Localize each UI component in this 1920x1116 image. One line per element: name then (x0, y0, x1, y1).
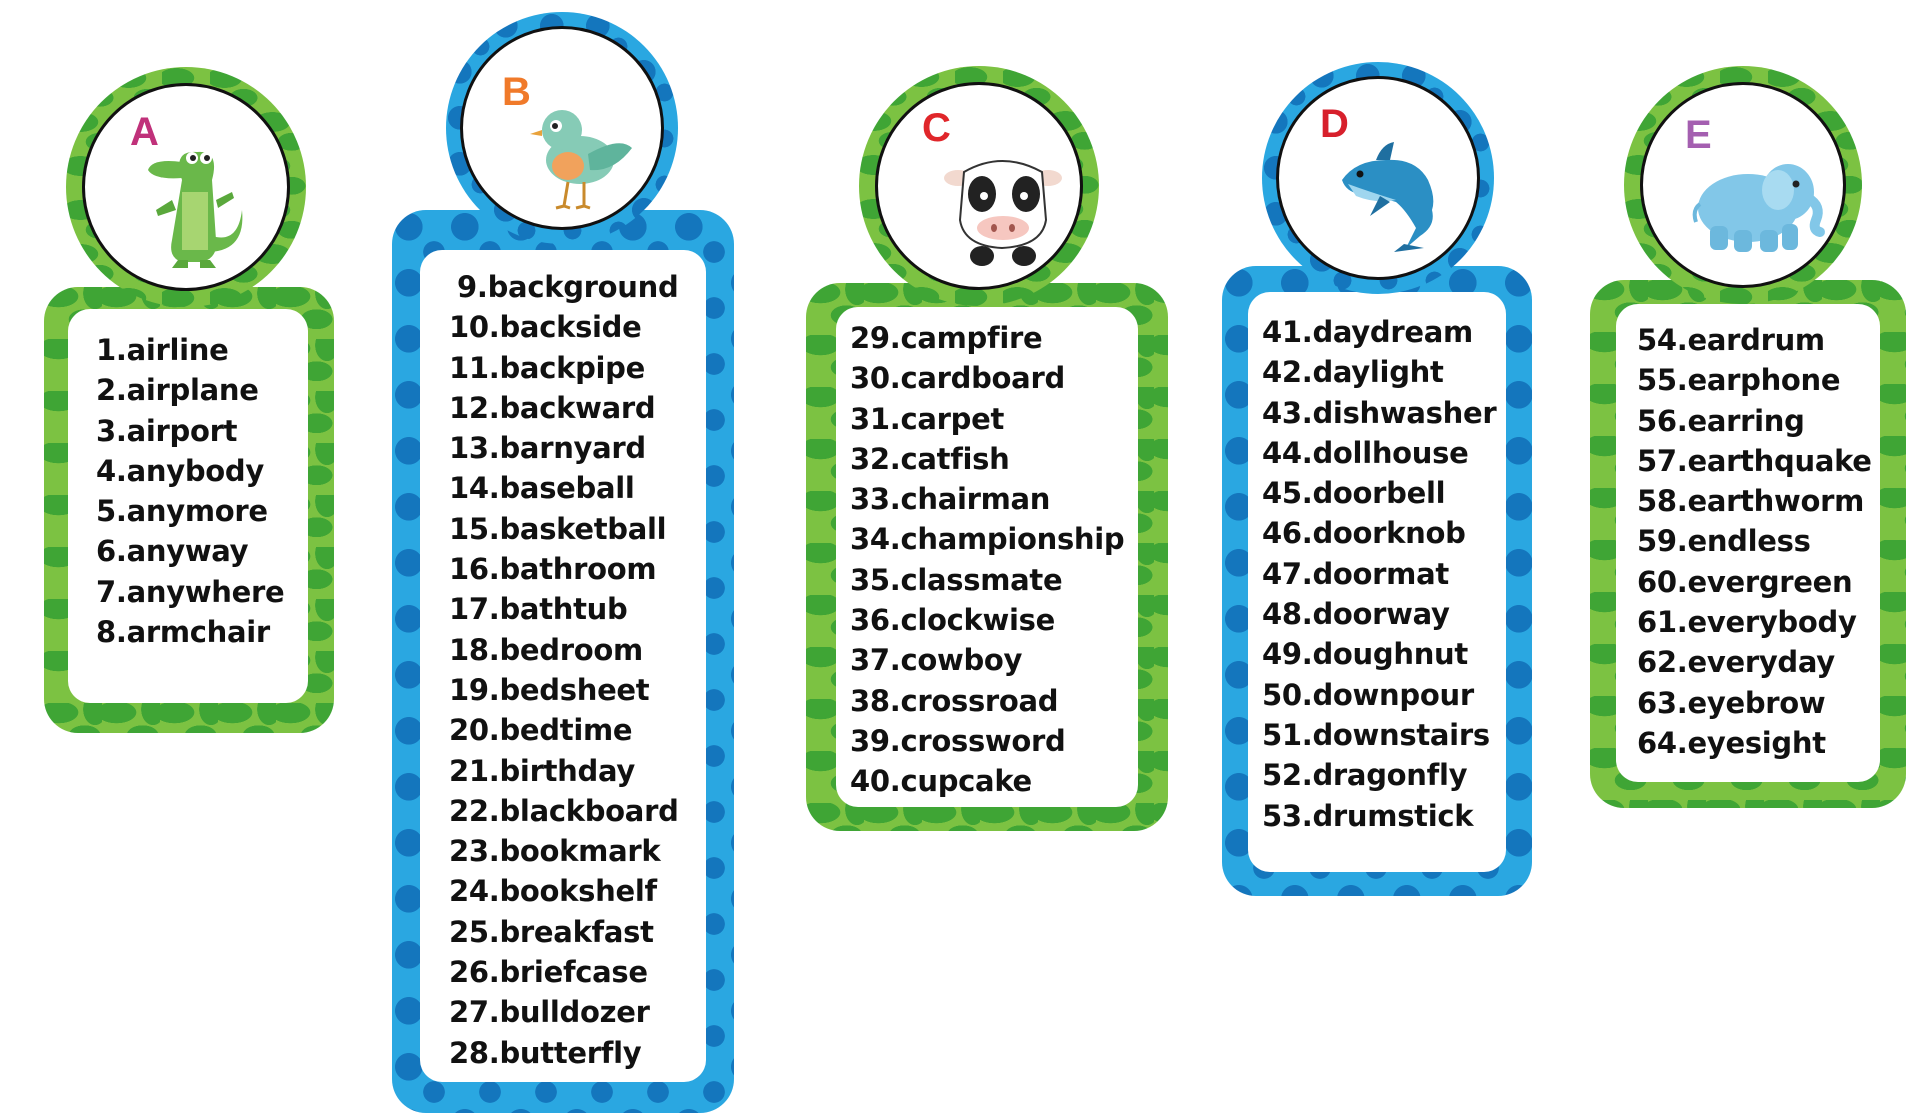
card-e-letter: E (1685, 113, 1712, 157)
list-item: 7.anywhere (96, 574, 285, 609)
dolphin-icon (1342, 142, 1434, 252)
list-item: 32.catfish (850, 441, 1010, 476)
list-item: 49.doughnut (1262, 637, 1468, 672)
list-item: 14.baseball (449, 471, 635, 506)
list-item: 37.cowboy (850, 643, 1023, 678)
card-a-word-list: 1.airline 2.airplane 3.airport 4.anybody… (96, 330, 285, 652)
card-c-letter: C (922, 106, 951, 150)
list-item: 64.eyesight (1637, 725, 1826, 760)
list-item: 1.airline (96, 333, 229, 367)
list-item: 61.everybody (1637, 605, 1857, 640)
list-item: 50.downpour (1262, 677, 1474, 712)
list-item: 17.bathtub (449, 592, 628, 627)
list-item: 33.chairman (850, 482, 1051, 517)
card-b-word-list: 9.background 10.backside 11.backpipe 12.… (449, 267, 679, 1073)
list-item: 6.anyway (96, 534, 249, 569)
list-item: 59.endless (1637, 524, 1811, 559)
card-d-word-list: 41.daydream 42.daylight 43.dishwasher 44… (1262, 312, 1497, 836)
elephant-icon (1692, 164, 1825, 252)
card-c-word-list: 29.campfire 30.cardboard 31.carpet 32.ca… (850, 318, 1125, 802)
list-item: 39.crossword (850, 723, 1066, 758)
list-item: 44.dollhouse (1262, 435, 1469, 470)
list-item: 19.bedsheet (449, 672, 650, 707)
list-item: 38.crossroad (850, 683, 1059, 718)
list-item: 3.airport (96, 413, 238, 448)
list-item: 26.briefcase (449, 955, 648, 990)
list-item: 28.butterfly (449, 1035, 642, 1070)
list-item: 52.dragonfly (1262, 758, 1468, 793)
list-item: 43.dishwasher (1262, 395, 1497, 430)
list-item: 8.armchair (96, 615, 270, 650)
list-item: 22.blackboard (449, 793, 679, 828)
list-item: 41.daydream (1262, 315, 1473, 349)
cow-icon (944, 160, 1062, 266)
list-item: 5.anymore (96, 494, 268, 529)
list-item: 51.downstairs (1262, 717, 1490, 752)
list-item: 55.earphone (1637, 363, 1841, 398)
list-item: 42.daylight (1262, 355, 1444, 390)
list-item: 11.backpipe (449, 350, 646, 385)
list-item: 9.background (457, 270, 679, 304)
card-d-letter: D (1320, 102, 1349, 146)
list-item: 27.bulldozer (449, 995, 650, 1030)
list-item: 12.backward (449, 390, 656, 425)
list-item: 60.evergreen (1637, 564, 1853, 599)
list-item: 29.campfire (850, 321, 1043, 355)
list-item: 23.bookmark (449, 834, 661, 869)
list-item: 34.championship (850, 522, 1125, 557)
list-item: 10.backside (449, 310, 642, 345)
list-item: 62.everyday (1637, 645, 1835, 680)
bird-icon (530, 110, 632, 210)
card-b-letter: B (502, 70, 531, 114)
list-item: 31.carpet (850, 401, 1005, 436)
list-item: 15.basketball (449, 511, 667, 546)
list-item: 40.cupcake (850, 764, 1032, 799)
list-item: 21.birthday (449, 753, 635, 788)
list-item: 30.cardboard (850, 361, 1065, 396)
list-item: 25.breakfast (449, 914, 654, 949)
list-item: 18.bedroom (449, 632, 643, 667)
list-item: 57.earthquake (1637, 443, 1872, 478)
card-e-word-list: 54.eardrum 55.earphone 56.earring 57.ear… (1637, 320, 1872, 763)
list-item: 53.drumstick (1262, 798, 1474, 833)
list-item: 58.earthworm (1637, 484, 1865, 519)
list-item: 2.airplane (96, 373, 259, 408)
list-item: 20.bedtime (449, 713, 633, 748)
list-item: 36.clockwise (850, 603, 1055, 638)
list-item: 48.doorway (1262, 597, 1450, 632)
list-item: 35.classmate (850, 562, 1063, 597)
list-item: 4.anybody (96, 453, 264, 488)
list-item: 16.bathroom (449, 552, 657, 587)
list-item: 54.eardrum (1637, 323, 1825, 357)
list-item: 47.doormat (1262, 556, 1449, 591)
list-item: 46.doorknob (1262, 516, 1466, 551)
list-item: 56.earring (1637, 403, 1805, 438)
list-item: 13.barnyard (449, 431, 646, 466)
list-item: 45.doorbell (1262, 476, 1446, 511)
list-item: 24.bookshelf (449, 874, 657, 909)
crocodile-icon (148, 151, 243, 268)
list-item: 63.eyebrow (1637, 685, 1826, 720)
